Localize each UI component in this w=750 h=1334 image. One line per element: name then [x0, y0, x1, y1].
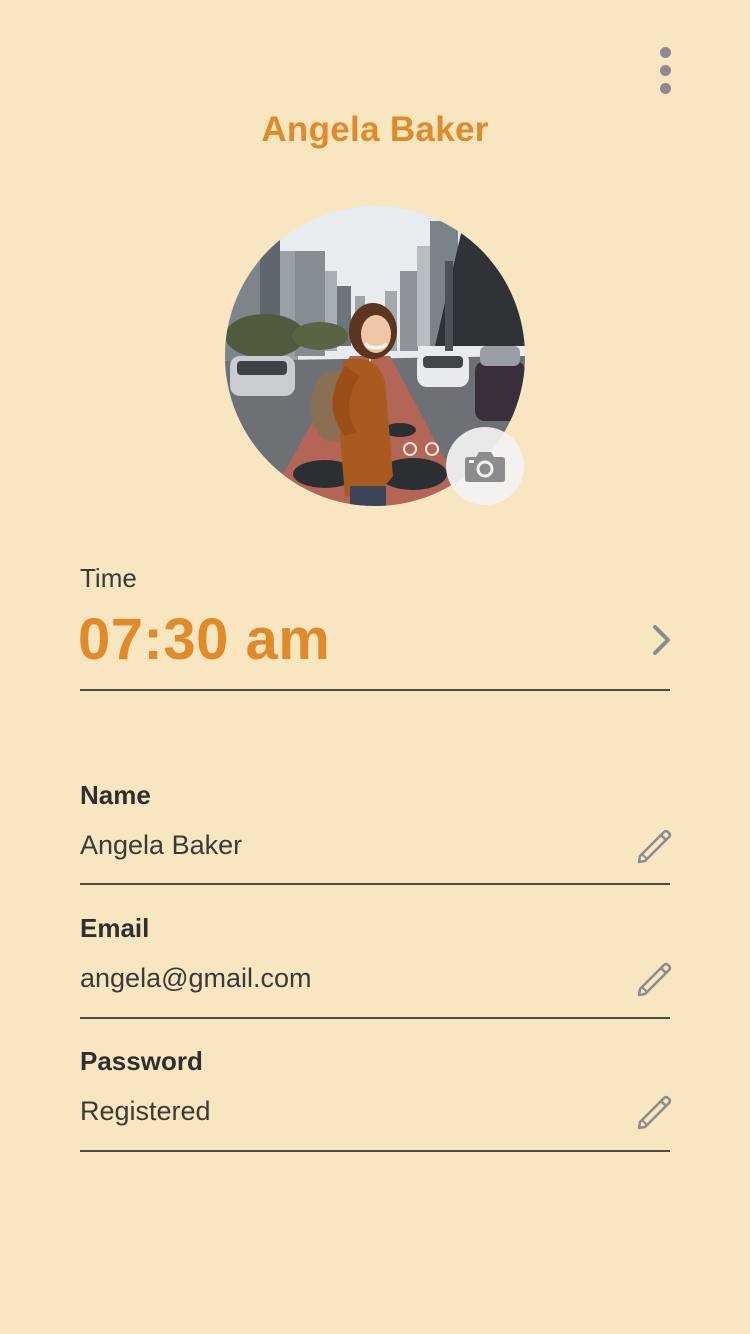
profile-name-heading: Angela Baker: [261, 110, 489, 149]
more-vertical-icon-dot: [659, 82, 671, 94]
pencil-icon: [637, 1095, 672, 1130]
password-field[interactable]: Registered: [80, 1096, 211, 1127]
change-photo-button[interactable]: [446, 427, 524, 505]
name-divider: [80, 883, 670, 885]
time-chevron-button[interactable]: [645, 622, 679, 658]
password-divider: [80, 1150, 670, 1152]
edit-password-button[interactable]: [634, 1092, 674, 1132]
time-caption: Time: [80, 563, 137, 593]
email-field[interactable]: angela@gmail.com: [80, 963, 312, 994]
edit-name-button[interactable]: [634, 826, 674, 866]
time-divider: [80, 689, 670, 691]
more-vertical-icon-dot: [659, 64, 671, 76]
name-label: Name: [80, 780, 151, 810]
time-value[interactable]: 07:30 am: [78, 606, 330, 673]
pencil-icon: [637, 829, 672, 864]
email-divider: [80, 1017, 670, 1019]
pencil-icon: [637, 962, 672, 997]
more-options-button[interactable]: [640, 44, 690, 96]
profile-screen: Angela Baker Time 07:30 am Name Angela B…: [0, 0, 750, 1334]
edit-email-button[interactable]: [634, 959, 674, 999]
avatar-container: [225, 206, 525, 506]
email-label: Email: [80, 913, 150, 943]
password-label: Password: [80, 1046, 203, 1076]
name-field[interactable]: Angela Baker: [80, 830, 242, 861]
camera-icon: [465, 452, 505, 482]
chevron-right-icon: [653, 625, 670, 655]
more-vertical-icon: [659, 46, 671, 58]
